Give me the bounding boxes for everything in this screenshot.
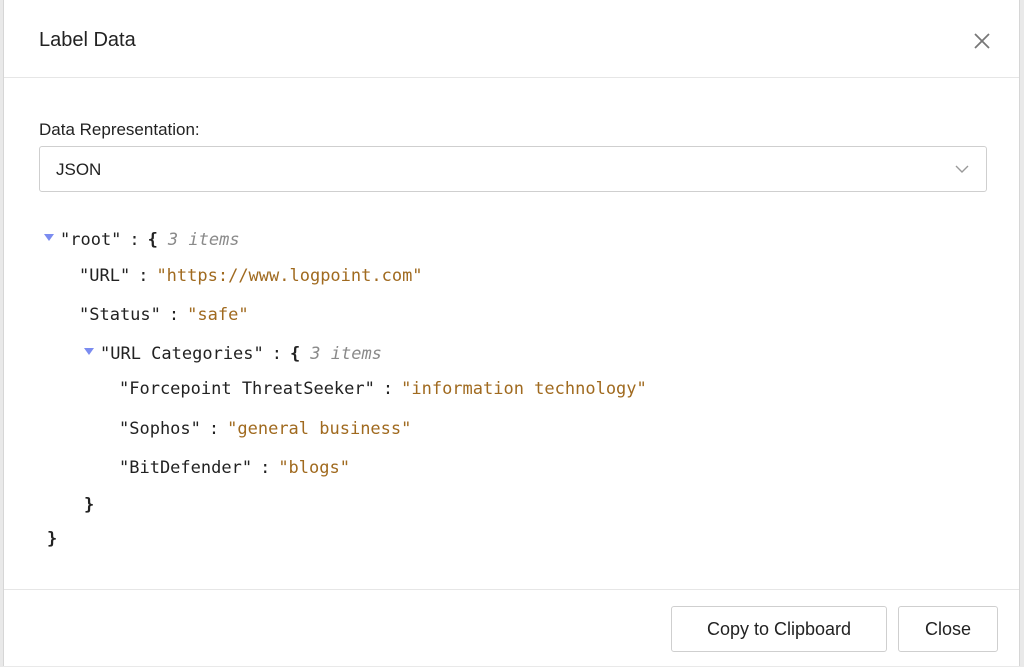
json-key: "URL Categories" <box>100 344 264 364</box>
label-data-dialog: Label Data Data Representation: JSON "ro… <box>3 0 1020 666</box>
tree-row-bitdefender: "BitDefender": "blogs" <box>119 457 350 479</box>
expand-toggle-icon[interactable] <box>84 348 94 355</box>
json-colon: : <box>382 379 394 399</box>
dialog-footer: Copy to Clipboard Close <box>4 589 1019 667</box>
tree-row-categories-close: } <box>84 494 94 516</box>
tree-row-root: "root": {3 items <box>44 229 240 251</box>
data-representation-select[interactable]: JSON <box>39 146 987 192</box>
json-string-value: "blogs" <box>278 458 350 478</box>
tree-row-url-categories: "URL Categories": {3 items <box>84 343 382 365</box>
close-button[interactable]: Close <box>898 606 998 652</box>
json-colon: : <box>208 419 220 439</box>
tree-row-url: "URL": "https://www.logpoint.com" <box>79 265 423 287</box>
chevron-down-icon <box>954 162 970 176</box>
item-count: 3 items <box>310 344 382 364</box>
tree-row-root-close: } <box>47 528 57 550</box>
data-representation-label: Data Representation: <box>39 120 200 139</box>
json-key: "root" <box>60 230 122 250</box>
json-brace: { <box>290 344 301 364</box>
json-brace: } <box>84 495 95 515</box>
json-string-value: "general business" <box>227 419 412 439</box>
json-brace: { <box>147 230 158 250</box>
json-brace: } <box>47 529 58 549</box>
json-string-value: "information technology" <box>401 379 647 399</box>
json-colon: : <box>168 305 180 325</box>
json-string-value: "https://www.logpoint.com" <box>156 266 423 286</box>
tree-row-forcepoint: "Forcepoint ThreatSeeker": "information t… <box>119 378 647 400</box>
json-string-value: "safe" <box>187 305 249 325</box>
dialog-title: Label Data <box>39 29 136 51</box>
copy-to-clipboard-button[interactable]: Copy to Clipboard <box>671 606 887 652</box>
json-key: "BitDefender" <box>119 458 253 478</box>
close-icon[interactable] <box>971 30 993 52</box>
selected-representation: JSON <box>56 160 102 179</box>
json-colon: : <box>129 230 140 250</box>
item-count: 3 items <box>167 230 240 250</box>
tree-row-status: "Status": "safe" <box>79 304 249 326</box>
json-colon: : <box>271 344 283 364</box>
dialog-header: Label Data <box>4 0 1019 78</box>
json-key: "Forcepoint ThreatSeeker" <box>119 379 375 399</box>
json-key: "URL" <box>79 266 131 286</box>
json-key: "Status" <box>79 305 161 325</box>
tree-row-sophos: "Sophos": "general business" <box>119 418 411 440</box>
json-colon: : <box>138 266 149 286</box>
json-colon: : <box>260 458 271 478</box>
expand-toggle-icon[interactable] <box>44 234 54 241</box>
json-key: "Sophos" <box>119 419 201 439</box>
dialog-body: Data Representation: JSON "root": {3 item… <box>4 78 1019 589</box>
